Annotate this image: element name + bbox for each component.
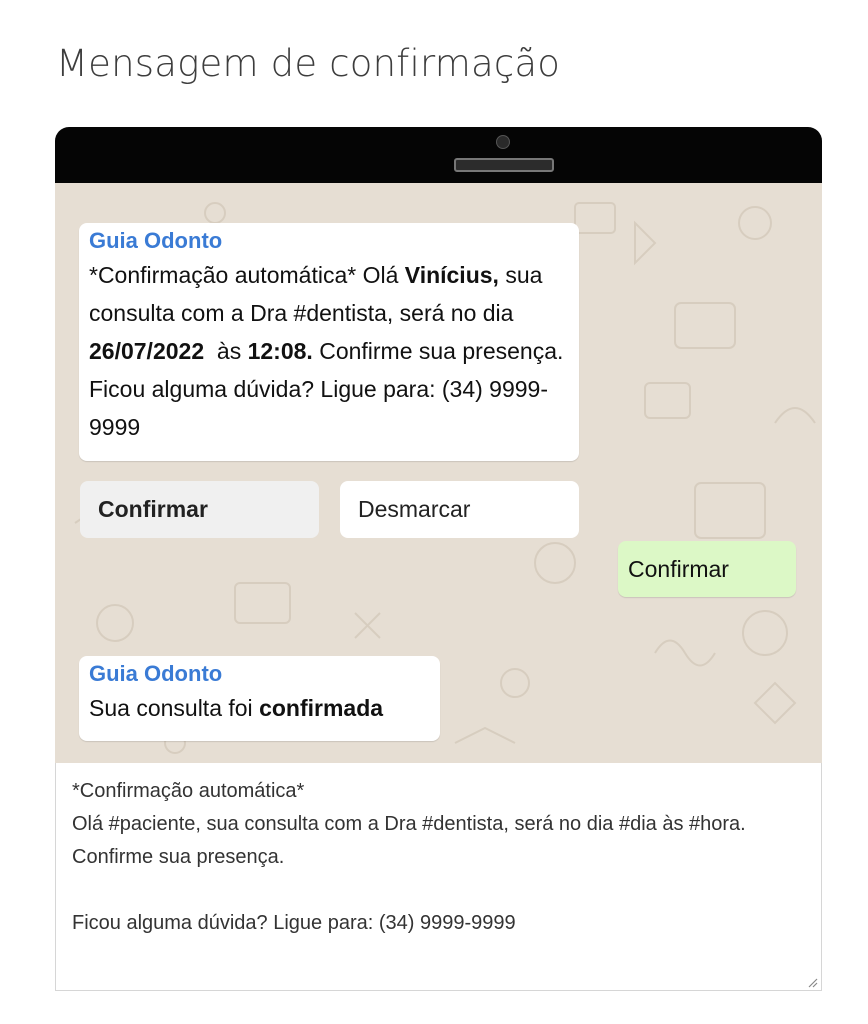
- page-title: Mensagem de confirmação: [56, 42, 561, 85]
- message-sender: Guia Odonto: [89, 228, 223, 253]
- template-message-textarea[interactable]: *Confirmação automática* Olá #paciente, …: [55, 763, 822, 991]
- received-message-bubble: Guia Odonto *Confirmação automática* Olá…: [79, 223, 579, 461]
- message-text-at: às: [204, 338, 248, 364]
- message-time: 12:08.: [247, 338, 313, 364]
- message-patient-name: Vinícius,: [404, 262, 499, 288]
- message-sender: Guia Odonto: [89, 661, 223, 686]
- message-text-plain: Sua consulta foi: [89, 695, 260, 721]
- message-date: 26/07/2022: [89, 338, 205, 364]
- message-text-intro: *Confirmação automática* Olá: [89, 262, 405, 288]
- resize-handle-icon[interactable]: [806, 976, 818, 988]
- cancel-quick-reply-button[interactable]: Desmarcar: [340, 481, 579, 538]
- message-text: Sua consulta foi confirmada: [89, 689, 430, 727]
- confirmation-message-bubble: Guia Odonto Sua consulta foi confirmada: [79, 656, 440, 741]
- phone-camera: [496, 135, 510, 149]
- phone-speaker: [454, 158, 554, 172]
- phone-frame-top: [55, 127, 822, 185]
- message-text: *Confirmação automática* Olá Vinícius, s…: [89, 256, 569, 446]
- chat-preview: Guia Odonto *Confirmação automática* Olá…: [55, 183, 822, 763]
- sent-message-bubble: Confirmar: [618, 541, 796, 597]
- confirm-quick-reply-button[interactable]: Confirmar: [80, 481, 319, 538]
- message-text-bold: confirmada: [259, 695, 384, 721]
